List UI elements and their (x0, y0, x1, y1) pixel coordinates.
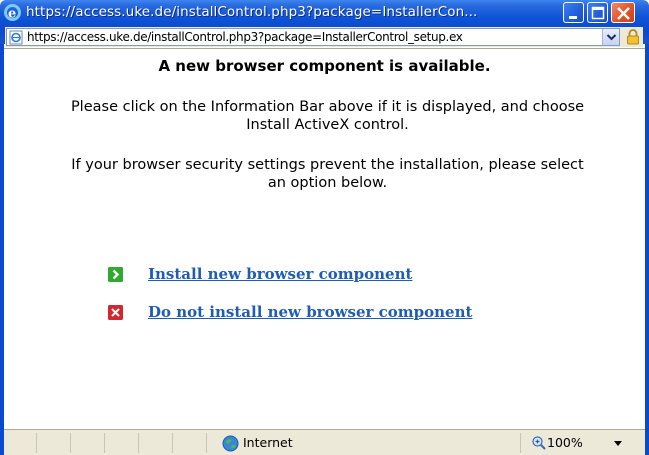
status-pane-divider (70, 433, 71, 453)
status-bar: Internet 100% (4, 429, 645, 455)
security-line-2: an option below. (267, 175, 388, 191)
ie-logo-icon: e (4, 4, 21, 21)
status-pane-divider (36, 433, 37, 453)
security-paragraph: If your browser security settings preven… (6, 156, 649, 192)
maximize-button[interactable] (587, 2, 608, 23)
security-line-1: If your browser security settings preven… (71, 157, 584, 173)
zoom-icon[interactable] (532, 436, 546, 450)
install-component-link[interactable]: Install new browser component (148, 265, 412, 283)
dropdown-arrow-icon (606, 34, 617, 41)
security-zone-label[interactable]: Internet (243, 435, 293, 450)
url-field[interactable]: https://access.uke.de/installControl.php… (6, 28, 620, 46)
instruction-line-1: Please click on the Information Bar abov… (70, 99, 585, 115)
minimize-button[interactable] (563, 2, 584, 23)
instruction-line-2: Install ActiveX control. (246, 117, 409, 133)
url-text: https://access.uke.de/installControl.php… (27, 30, 463, 44)
status-pane-divider (172, 433, 173, 453)
svg-text:e: e (8, 7, 16, 22)
instruction-paragraph: Please click on the Information Bar abov… (6, 98, 649, 134)
status-pane-divider (206, 433, 207, 453)
status-pane-divider (104, 433, 105, 453)
page-heading: A new browser component is available. (158, 57, 491, 75)
zoom-dropdown-icon[interactable] (614, 441, 622, 446)
minimize-icon (569, 16, 577, 19)
close-icon (617, 7, 630, 20)
address-bar: https://access.uke.de/installControl.php… (5, 27, 643, 47)
globe-icon (222, 435, 239, 452)
status-pane-divider (138, 433, 139, 453)
close-button[interactable] (611, 2, 635, 23)
maximize-icon (591, 6, 605, 20)
do-not-install-link[interactable]: Do not install new browser component (148, 303, 472, 321)
green-arrow-icon (108, 267, 123, 282)
status-pane-divider (520, 433, 521, 453)
window-title: https://access.uke.de/installControl.php… (26, 4, 478, 20)
lock-icon[interactable] (625, 28, 641, 45)
ie-page-icon (9, 30, 23, 45)
url-dropdown-button[interactable] (602, 29, 619, 45)
zoom-level[interactable]: 100% (547, 435, 583, 450)
red-x-icon (108, 305, 123, 320)
